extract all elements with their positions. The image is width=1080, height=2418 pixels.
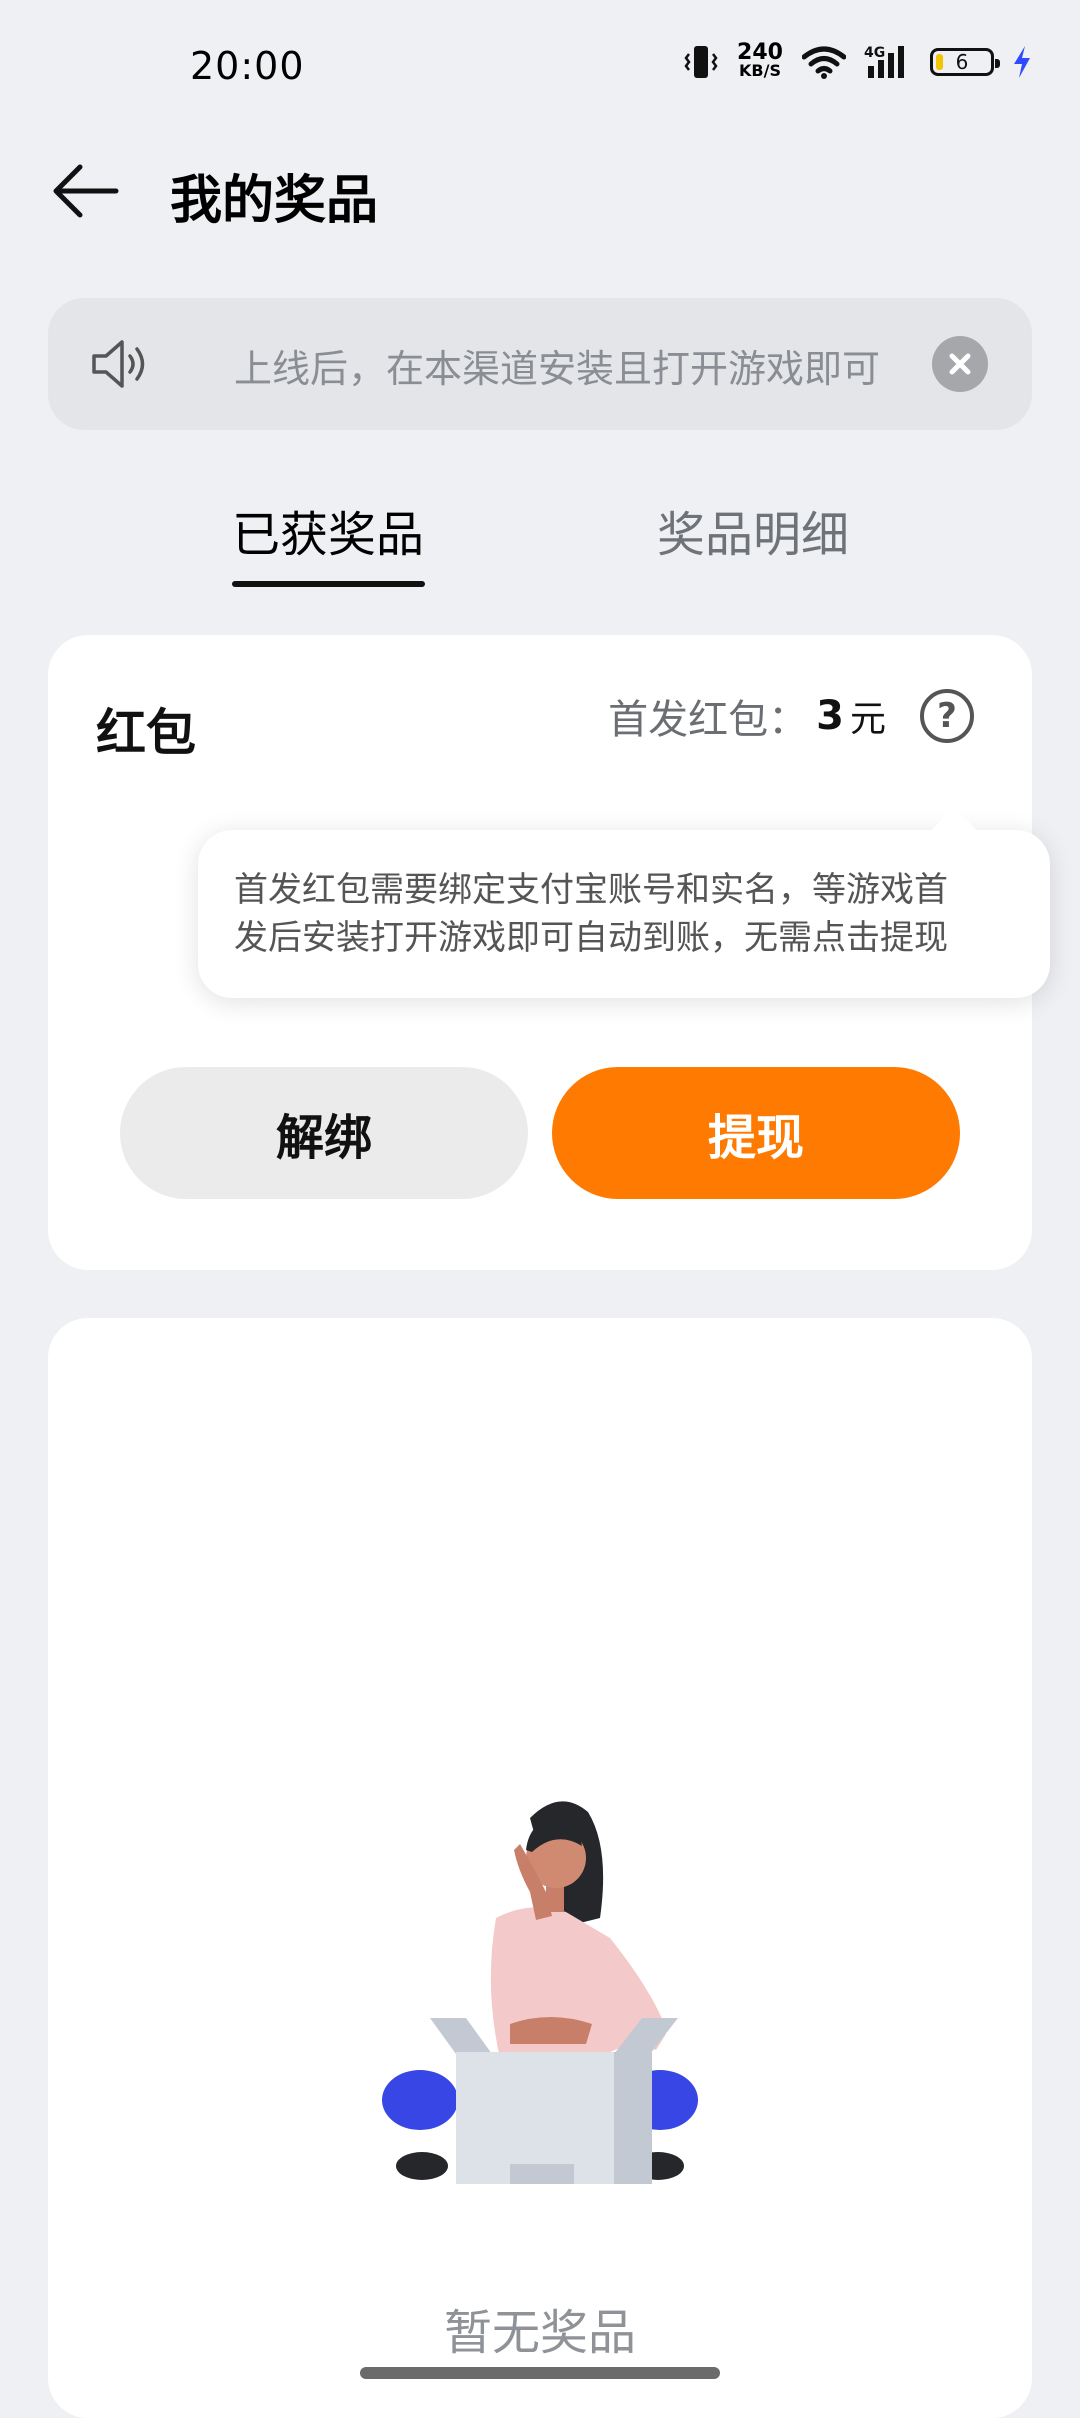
page-title: 我的奖品 xyxy=(170,171,379,231)
home-indicator[interactable] xyxy=(360,2367,720,2379)
speed-value: 240 xyxy=(737,40,783,65)
notice-text: 上线后，在本渠道安装且打开游戏即可 xyxy=(234,347,881,391)
help-tooltip: 首发红包需要绑定支付宝账号和实名，等游戏首 发后安装打开游戏即可自动到账，无需点… xyxy=(198,830,1050,998)
red-packet-label: 首发红包： xyxy=(608,697,809,743)
signal-icon: 4G xyxy=(864,44,912,80)
unbind-button[interactable]: 解绑 xyxy=(120,1067,528,1199)
tab-bar: 已获奖品 奖品明细 xyxy=(0,485,1080,595)
charging-icon xyxy=(1012,45,1032,79)
arrow-left-icon xyxy=(53,164,119,218)
tooltip-line-2: 发后安装打开游戏即可自动到账，无需点击提现 xyxy=(234,918,948,958)
tooltip-line-1: 首发红包需要绑定支付宝账号和实名，等游戏首 xyxy=(234,870,948,910)
red-packet-info: 首发红包： 3 元 ? xyxy=(608,687,974,745)
empty-illustration xyxy=(360,1788,720,2212)
back-button[interactable] xyxy=(52,156,122,226)
withdraw-button[interactable]: 提现 xyxy=(552,1067,960,1199)
red-packet-unit: 元 xyxy=(849,699,886,740)
status-time: 20:00 xyxy=(190,44,305,88)
speaker-icon xyxy=(90,334,152,398)
status-bar: 20:00 240 KB/S 4G 6 xyxy=(0,0,1080,140)
tab-prize-details[interactable]: 奖品明细 xyxy=(657,495,849,565)
empty-text: 暂无奖品 xyxy=(443,2305,636,2361)
prize-list-card: 暂无奖品 xyxy=(48,1318,1032,2418)
battery-icon: 6 xyxy=(930,48,1000,76)
card-title: 红包 xyxy=(96,704,196,762)
wifi-icon xyxy=(802,45,846,79)
tab-indicator xyxy=(232,581,425,587)
tab-won-prizes[interactable]: 已获奖品 xyxy=(232,495,424,565)
status-icons: 240 KB/S 4G 6 xyxy=(684,40,1032,80)
red-packet-amount: 3 xyxy=(816,693,844,739)
svg-text:4G: 4G xyxy=(864,45,885,61)
speed-unit: KB/S xyxy=(739,61,781,80)
vibrate-icon xyxy=(684,44,718,80)
notice-close-button[interactable] xyxy=(932,336,988,392)
header: 我的奖品 xyxy=(0,140,1080,240)
network-speed: 240 KB/S xyxy=(736,40,784,80)
question-icon[interactable]: ? xyxy=(920,689,974,743)
close-icon xyxy=(949,353,971,375)
notice-bar: 上线后，在本渠道安装且打开游戏即可 xyxy=(48,298,1032,430)
